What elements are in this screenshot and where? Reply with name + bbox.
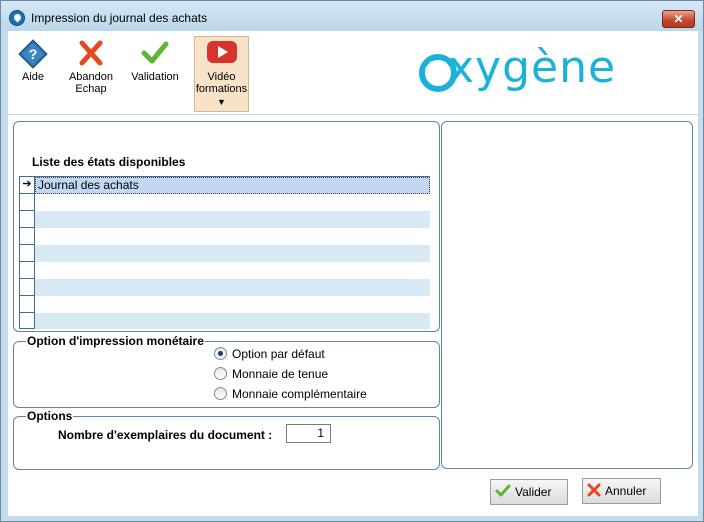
row-selector[interactable]: ➔: [19, 177, 35, 194]
options-legend: Options: [26, 409, 74, 423]
radio-option-holding-currency[interactable]: Monnaie de tenue: [214, 367, 328, 381]
red-x-icon: [75, 39, 107, 67]
video-label-line2: formations: [195, 83, 248, 95]
row-selector[interactable]: [19, 211, 35, 228]
table-row[interactable]: ➔ Journal des achats: [19, 177, 430, 194]
close-button[interactable]: ✕: [662, 10, 695, 28]
table-cell[interactable]: Journal des achats: [35, 177, 430, 194]
table-row[interactable]: [19, 262, 430, 279]
oxygene-logo: xygène: [418, 43, 688, 97]
copies-input[interactable]: 1: [286, 424, 331, 443]
abandon-shortcut-label: Echap: [75, 83, 107, 95]
app-icon: [9, 10, 25, 26]
table-cell[interactable]: [35, 228, 430, 245]
states-grid: ➔ Journal des achats: [19, 176, 430, 329]
validate-label: Valider: [515, 485, 552, 499]
video-training-button[interactable]: Vidéo formations ▼: [194, 36, 249, 112]
green-check-icon: [139, 39, 171, 67]
monetary-option-panel: Option d'impression monétaire Option par…: [13, 334, 440, 408]
table-cell[interactable]: [35, 245, 430, 262]
application-window: Impression du journal des achats ✕ ? Aid…: [0, 0, 704, 522]
table-row[interactable]: [19, 279, 430, 296]
radio-button[interactable]: [214, 387, 227, 400]
radio-option-additional-currency[interactable]: Monnaie complémentaire: [214, 387, 367, 401]
table-row[interactable]: [19, 245, 430, 262]
svg-text:?: ?: [29, 46, 38, 62]
row-selector[interactable]: [19, 262, 35, 279]
validation-label: Validation: [131, 71, 179, 83]
radio-option-default[interactable]: Option par défaut: [214, 347, 325, 361]
green-check-icon: [495, 484, 511, 501]
youtube-play-icon: [206, 39, 238, 67]
row-selector[interactable]: [19, 245, 35, 262]
table-row[interactable]: [19, 194, 430, 211]
toolbar: ? Aide Abandon Echap Validation Vidéo fo…: [8, 31, 698, 115]
states-list-title: Liste des états disponibles: [32, 155, 186, 169]
validate-button[interactable]: Valider: [490, 479, 568, 505]
options-panel: Options Nombre d'exemplaires du document…: [13, 409, 440, 470]
table-cell[interactable]: [35, 296, 430, 313]
title-bar[interactable]: Impression du journal des achats ✕: [1, 1, 703, 31]
copies-label: Nombre d'exemplaires du document :: [58, 428, 273, 442]
video-label-line1: Vidéo: [207, 71, 236, 83]
window-title: Impression du journal des achats: [31, 11, 208, 25]
radio-label: Monnaie complémentaire: [232, 387, 367, 401]
cancel-label: Annuler: [605, 484, 647, 498]
row-selector[interactable]: [19, 194, 35, 211]
cancel-button[interactable]: Annuler: [582, 478, 661, 504]
row-selector[interactable]: [19, 228, 35, 245]
row-selector[interactable]: [19, 279, 35, 296]
client-area: ? Aide Abandon Echap Validation Vidéo fo…: [8, 31, 698, 516]
radio-button-selected[interactable]: [214, 347, 227, 360]
radio-button[interactable]: [214, 367, 227, 380]
validation-button[interactable]: Validation: [126, 37, 184, 111]
monetary-option-legend: Option d'impression monétaire: [26, 334, 205, 348]
help-button[interactable]: ? Aide: [10, 37, 56, 111]
table-cell[interactable]: [35, 279, 430, 296]
help-label: Aide: [21, 71, 45, 83]
states-list-panel: Liste des états disponibles ➔ Journal de…: [13, 121, 440, 332]
table-cell[interactable]: [35, 211, 430, 228]
table-row[interactable]: [19, 211, 430, 228]
abandon-button[interactable]: Abandon Echap: [63, 37, 119, 111]
table-row[interactable]: [19, 228, 430, 245]
red-x-icon: [587, 483, 601, 500]
abandon-label: Abandon: [68, 71, 114, 83]
row-selector[interactable]: [19, 296, 35, 313]
dropdown-arrow-icon[interactable]: ▼: [195, 96, 248, 108]
table-cell[interactable]: [35, 194, 430, 211]
radio-label: Monnaie de tenue: [232, 367, 329, 381]
table-cell[interactable]: [35, 313, 430, 329]
preview-panel: [441, 121, 693, 469]
row-selector[interactable]: [19, 313, 35, 329]
radio-label: Option par défaut: [232, 347, 325, 361]
table-row[interactable]: [19, 313, 430, 329]
help-diamond-icon: ?: [17, 39, 49, 69]
table-row[interactable]: [19, 296, 430, 313]
logo-text: xygène: [448, 42, 617, 93]
table-cell[interactable]: [35, 262, 430, 279]
